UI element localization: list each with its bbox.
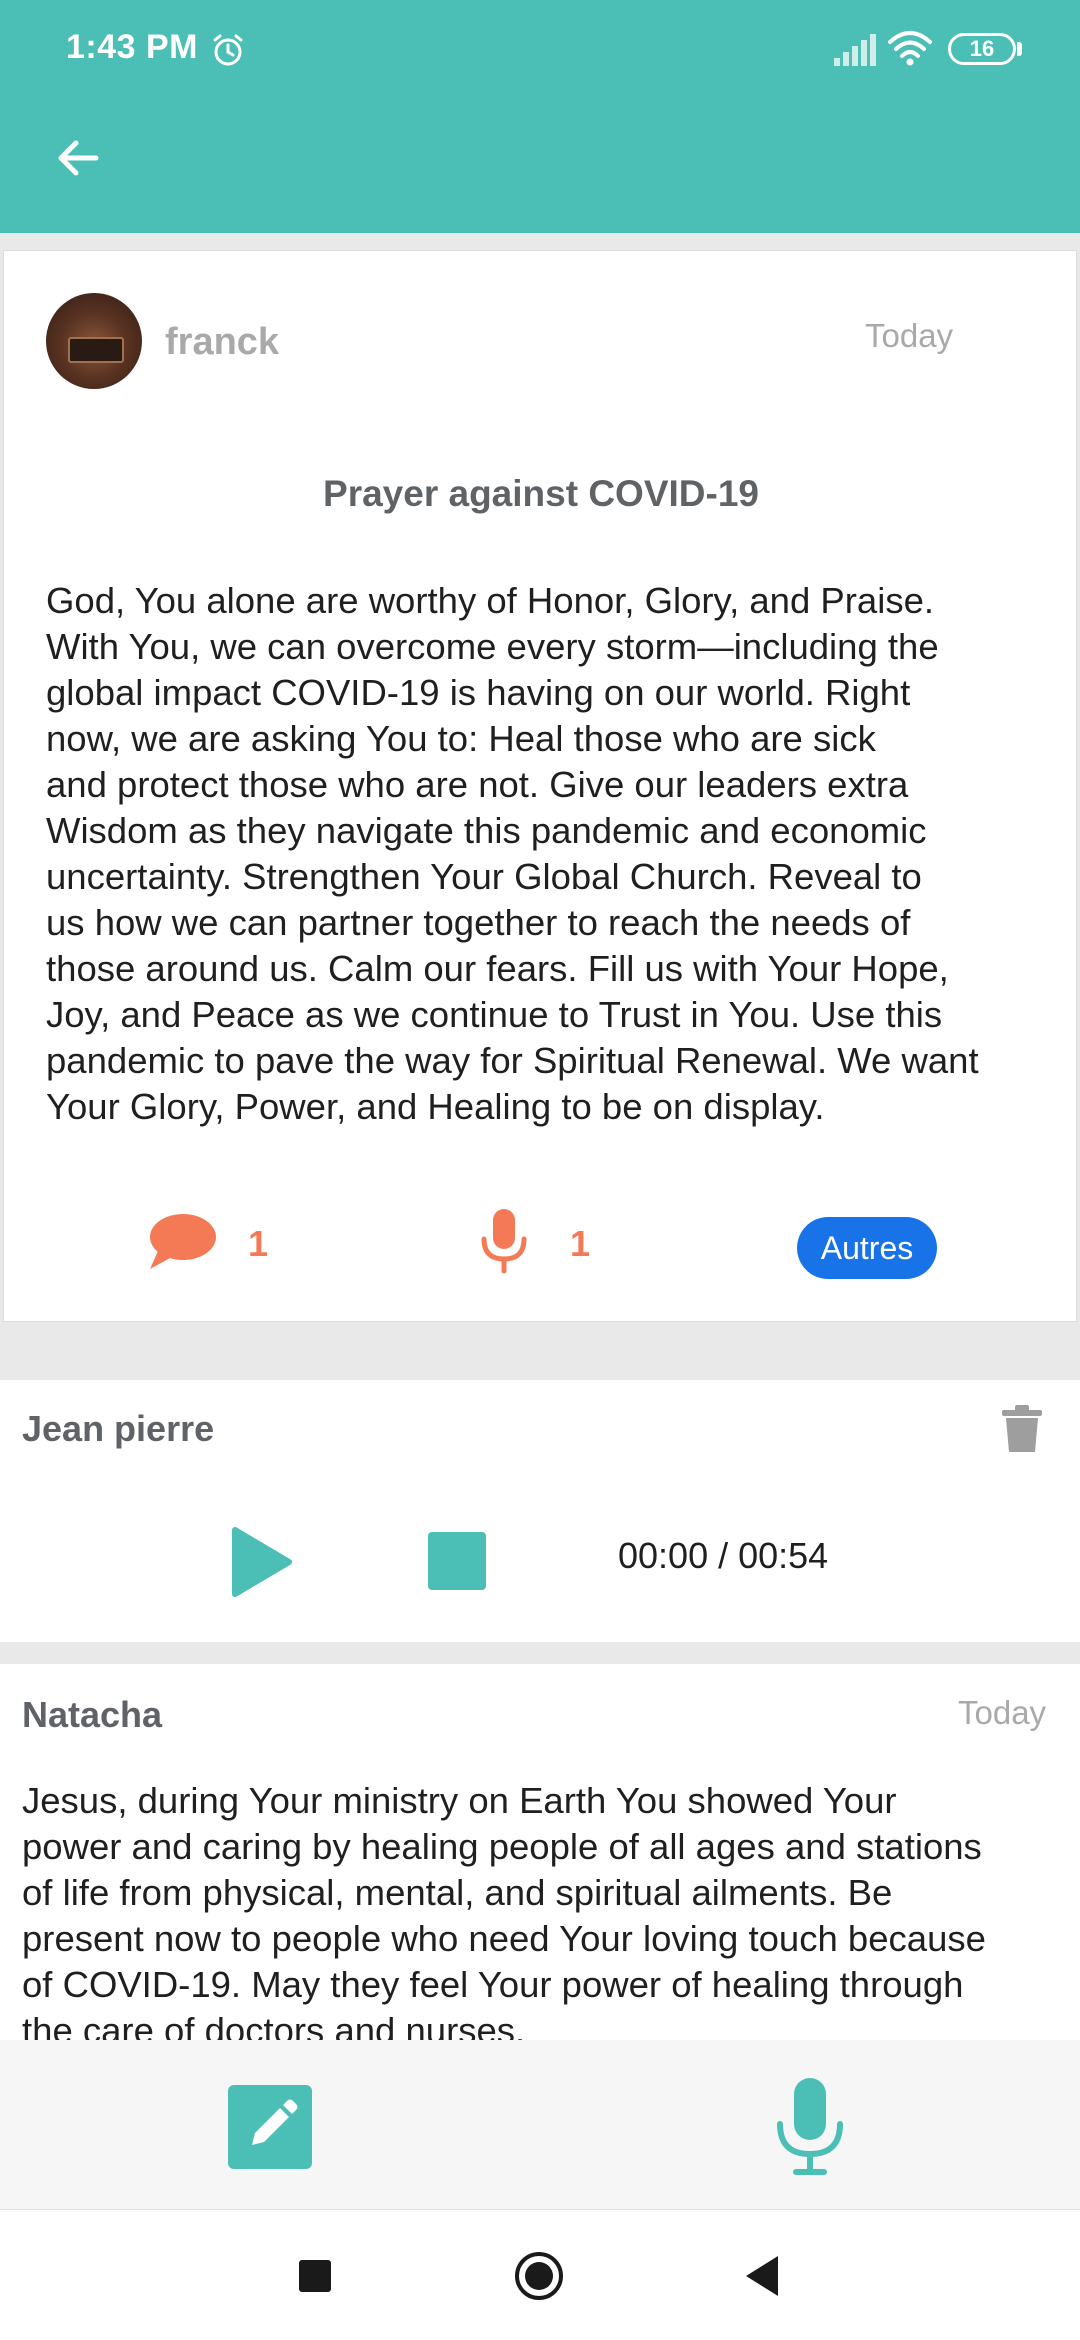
record-audio-icon[interactable] xyxy=(772,2076,848,2176)
app-bar: 1:43 PM 16 xyxy=(0,0,1080,233)
post-title: Prayer against COVID-19 xyxy=(323,473,759,514)
reply-body-line: Jesus, during Your ministry on Earth You… xyxy=(22,1780,897,1821)
post-body-line: us how we can partner together to reach … xyxy=(46,902,911,943)
trash-icon[interactable] xyxy=(1000,1404,1044,1454)
bottom-action-bar xyxy=(0,2040,1080,2210)
text-reply-author: Natacha xyxy=(22,1694,163,1735)
post-body-line: Joy, and Peace as we continue to Trust i… xyxy=(46,994,943,1035)
text-reply-body: Jesus, during Your ministry on Earth You… xyxy=(22,1778,1072,2040)
battery-tip xyxy=(1017,42,1022,56)
post-body-line: those around us. Calm our fears. Fill us… xyxy=(46,948,949,989)
post-body-line: Your Glory, Power, and Healing to be on … xyxy=(46,1086,825,1127)
post-body-line: Wisdom as they navigate this pandemic an… xyxy=(46,810,927,851)
play-icon[interactable] xyxy=(231,1526,293,1598)
stop-button[interactable] xyxy=(428,1532,486,1590)
audio-reply-author: Jean pierre xyxy=(22,1408,215,1449)
back-triangle-icon[interactable] xyxy=(744,2254,780,2298)
audio-progress: 00:00 / 00:54 xyxy=(618,1535,829,1576)
prayer-post-card: franck Today Prayer against COVID-19 God… xyxy=(3,250,1077,1322)
wifi-icon xyxy=(888,31,932,66)
reply-body-line: power and caring by healing people of al… xyxy=(22,1826,982,1867)
text-reply-card: Natacha Today Jesus, during Your ministr… xyxy=(0,1664,1080,2040)
post-body-line: now, we are asking You to: Heal those wh… xyxy=(46,718,876,759)
recents-square-icon[interactable] xyxy=(299,2260,331,2292)
audio-reply-card: Jean pierre 00:00 / 00:54 xyxy=(0,1380,1080,1642)
text-reply-date: Today xyxy=(958,1694,1047,1731)
post-body: God, You alone are worthy of Honor, Glor… xyxy=(46,578,1056,1130)
post-date: Today xyxy=(865,317,954,354)
post-body-line: pandemic to pave the way for Spiritual R… xyxy=(46,1040,979,1081)
reply-body-line: of life from physical, mental, and spiri… xyxy=(22,1872,893,1913)
avatar[interactable] xyxy=(46,293,142,389)
microphone-icon xyxy=(481,1209,527,1274)
reply-body-line: the care of doctors and nurses. xyxy=(22,2010,526,2040)
reply-body-line: of COVID-19. May they feel Your power of… xyxy=(22,1964,964,2005)
reply-body-line: present now to people who need Your lovi… xyxy=(22,1918,986,1959)
comment-bubble-icon xyxy=(150,1214,216,1269)
comment-count: 1 xyxy=(248,1223,269,1264)
write-prayer-button[interactable] xyxy=(228,2085,312,2169)
post-body-line: global impact COVID-19 is having on our … xyxy=(46,672,911,713)
home-circle-icon[interactable] xyxy=(513,2250,565,2302)
post-body-line: With You, we can overcome every storm—in… xyxy=(46,626,939,667)
arrow-left-icon[interactable] xyxy=(52,132,104,184)
status-time: 1:43 PM xyxy=(66,28,198,66)
pencil-icon xyxy=(252,2099,298,2145)
battery-icon: 16 xyxy=(948,33,1016,65)
post-body-line: God, You alone are worthy of Honor, Glor… xyxy=(46,580,935,621)
status-bar: 1:43 PM 16 xyxy=(0,0,1080,100)
post-body-line: uncertainty. Strengthen Your Global Chur… xyxy=(46,856,922,897)
audio-count: 1 xyxy=(570,1223,591,1264)
post-author[interactable]: franck xyxy=(165,321,279,364)
system-nav-bar xyxy=(0,2210,1080,2340)
signal-icon xyxy=(834,34,876,66)
alarm-icon xyxy=(213,34,243,66)
post-body-line: and protect those who are not. Give our … xyxy=(46,764,909,805)
category-badge[interactable]: Autres xyxy=(797,1217,937,1279)
